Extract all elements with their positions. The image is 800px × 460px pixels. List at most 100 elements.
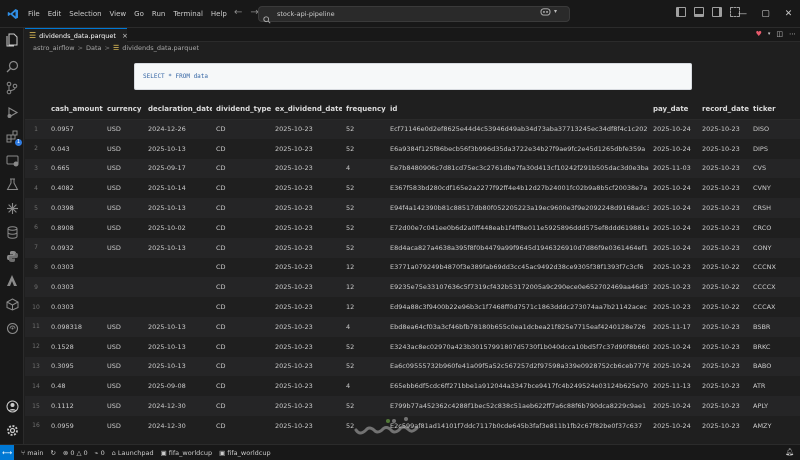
minimize-icon[interactable]: — (731, 0, 754, 28)
cell-frequency: 12 (342, 257, 386, 278)
account-icon[interactable] (4, 398, 20, 414)
row-number: 6 (25, 217, 47, 238)
column-header-frequency[interactable]: frequency (342, 100, 386, 120)
cell-pay-date: 2025-10-23 (649, 277, 698, 298)
row-number-header[interactable] (25, 100, 47, 120)
copilot-button[interactable]: ▾ (540, 7, 557, 16)
table-row[interactable]: 9 0.0303 CD 2025-10-23 12 E9235e75e33107636c5… (25, 277, 800, 298)
table-row[interactable]: 1 0.0957 USD 2024-12-26 CD 2025-10-23 52 Ecf711… (25, 119, 800, 139)
cell-cash-amount: 0.0932 (47, 237, 103, 258)
table-row[interactable]: 10 0.0303 CD 2025-10-23 12 Ed94a88c3f9400b22e… (25, 297, 800, 317)
python-icon[interactable] (4, 248, 20, 264)
menu-item-terminal[interactable]: Terminal (169, 0, 207, 28)
menu-item-run[interactable]: Run (148, 0, 169, 28)
column-header-ex-dividend-date[interactable]: ex_dividend_date (271, 100, 342, 120)
sql-query-editor[interactable]: SELECT * FROM data (134, 63, 692, 90)
cell-record-date: 2025-10-23 (698, 396, 749, 416)
column-header-currency[interactable]: currency (103, 100, 144, 120)
table-row[interactable]: 3 0.665 USD 2025-09-17 CD 2025-10-23 4 Ee7b8480… (25, 158, 800, 179)
env-name: fifa_worldcup (168, 448, 213, 457)
explorer-icon[interactable] (4, 32, 20, 48)
astro-icon[interactable] (4, 272, 20, 288)
error-count: 0 (70, 448, 75, 457)
chevron-down-icon[interactable]: ▾ (768, 31, 771, 38)
toggle-secondary-sidebar-icon[interactable] (712, 7, 722, 17)
env-indicator[interactable]: ▣ fifa_worldcup (219, 449, 271, 457)
more-actions-icon[interactable]: ⋯ (789, 30, 796, 38)
command-center[interactable]: stock-api-pipeline (258, 6, 570, 24)
cell-ex-dividend-date: 2025-10-23 (271, 178, 342, 199)
branch-indicator[interactable]: ⑂ main (21, 449, 43, 457)
column-header-record-date[interactable]: record_date (698, 100, 749, 120)
run-debug-icon[interactable] (4, 104, 20, 120)
table-row[interactable]: 13 0.3095 USD 2025-10-13 CD 2025-10-23 52 Ea6c0… (25, 356, 800, 377)
launchpad-indicator[interactable]: ⌂ Launchpad (112, 449, 154, 457)
cube-icon[interactable] (4, 296, 20, 312)
warning-icon: △ (76, 448, 82, 457)
column-header-dividend-type[interactable]: dividend_type (212, 100, 271, 120)
cell-id: Ecf71146e0d2ef8625e44d4c53946d49ab34d73a… (386, 119, 649, 139)
menu-item-view[interactable]: View (106, 0, 131, 28)
table-row[interactable]: 7 0.0932 USD 2025-10-13 CD 2025-10-23 52 E8d4ac… (25, 237, 800, 258)
cell-currency (103, 257, 144, 278)
column-header-pay-date[interactable]: pay_date (649, 100, 698, 120)
cell-frequency: 4 (342, 376, 386, 397)
cell-record-date: 2025-10-23 (698, 237, 749, 258)
table-row[interactable]: 8 0.0303 CD 2025-10-23 12 E3771a079249b4870f3… (25, 257, 800, 278)
menu-item-file[interactable]: File (24, 0, 44, 28)
table-row[interactable]: 12 0.1528 USD 2025-10-13 CD 2025-10-23 52 E3243… (25, 336, 800, 357)
extensions-icon[interactable]: 1 (4, 128, 22, 146)
remote-indicator-icon[interactable]: ⟷ (0, 444, 14, 460)
menu-item-go[interactable]: Go (130, 0, 148, 28)
search-icon[interactable] (4, 58, 20, 74)
row-number: 8 (25, 257, 47, 278)
launchpad-icon: ⌂ (111, 448, 116, 457)
notifications-bell-icon[interactable]: 🔔︎ (785, 448, 794, 456)
breadcrumb-file[interactable]: dividends_data.parquet (122, 44, 199, 52)
tab-dividends-data[interactable]: ☰ dividends_data.parquet × (25, 28, 128, 42)
env-indicator[interactable]: ▣ fifa_worldcup (161, 449, 213, 457)
cell-record-date: 2025-10-23 (698, 119, 749, 139)
manage-gear-icon[interactable] (4, 422, 20, 438)
problems-indicator[interactable]: ⊗ 0 △ 0 (63, 449, 88, 457)
back-arrow-icon[interactable]: ← (234, 7, 242, 18)
remote-explorer-icon[interactable] (4, 152, 20, 168)
ports-indicator[interactable]: ⌁ 0 (95, 449, 105, 457)
ports-count: 0 (100, 448, 105, 457)
sync-indicator[interactable]: ↻ (50, 449, 55, 457)
toggle-sidebar-icon[interactable] (676, 7, 686, 17)
pipeline-icon[interactable] (4, 320, 20, 336)
table-row[interactable]: 14 0.48 USD 2025-09-08 CD 2025-10-23 4 E65ebb6d… (25, 376, 800, 397)
cell-dividend-type: CD (212, 415, 271, 436)
breadcrumb-folder[interactable]: Data (86, 44, 102, 52)
source-control-icon[interactable] (4, 80, 20, 96)
cell-pay-date: 2025-10-24 (649, 217, 698, 238)
cell-pay-date: 2025-11-03 (649, 158, 698, 179)
cell-ex-dividend-date: 2025-10-23 (271, 297, 342, 317)
column-header-id[interactable]: id (386, 100, 649, 120)
menu-item-selection[interactable]: Selection (65, 0, 105, 28)
table-row[interactable]: 6 0.8908 USD 2025-10-02 CD 2025-10-23 52 E72d00… (25, 217, 800, 238)
cell-ex-dividend-date: 2025-10-23 (271, 119, 342, 139)
split-editor-icon[interactable]: ◫ (776, 30, 783, 38)
column-header-ticker[interactable]: ticker (749, 100, 800, 120)
row-number: 12 (25, 336, 47, 357)
column-header-declaration-date[interactable]: declaration_date (144, 100, 212, 120)
heart-icon[interactable]: ♥ (756, 30, 762, 38)
table-row[interactable]: 4 0.4082 USD 2025-10-14 CD 2025-10-23 52 E367f5… (25, 178, 800, 199)
database-icon[interactable] (4, 224, 20, 240)
sparkle-icon[interactable] (4, 200, 20, 216)
toggle-panel-icon[interactable] (694, 7, 704, 17)
maximize-icon[interactable]: ▢ (754, 0, 777, 28)
testing-icon[interactable] (4, 176, 20, 192)
table-row[interactable]: 5 0.0398 USD 2025-10-13 CD 2025-10-23 52 E94f4a… (25, 198, 800, 218)
menu-item-edit[interactable]: Edit (44, 0, 66, 28)
breadcrumb-folder[interactable]: astro_airflow (33, 44, 75, 52)
column-header-cash-amount[interactable]: cash_amount (47, 100, 103, 120)
close-icon[interactable]: × (122, 32, 128, 40)
cell-dividend-type: CD (212, 138, 271, 159)
menu-item-help[interactable]: Help (207, 0, 231, 28)
close-window-icon[interactable]: ✕ (777, 0, 800, 28)
table-row[interactable]: 2 0.043 USD 2025-10-13 CD 2025-10-23 52 E6a9384… (25, 138, 800, 159)
table-row[interactable]: 11 0.098318 USD 2025-10-13 CD 2025-10-23 4 Ebd8… (25, 316, 800, 337)
